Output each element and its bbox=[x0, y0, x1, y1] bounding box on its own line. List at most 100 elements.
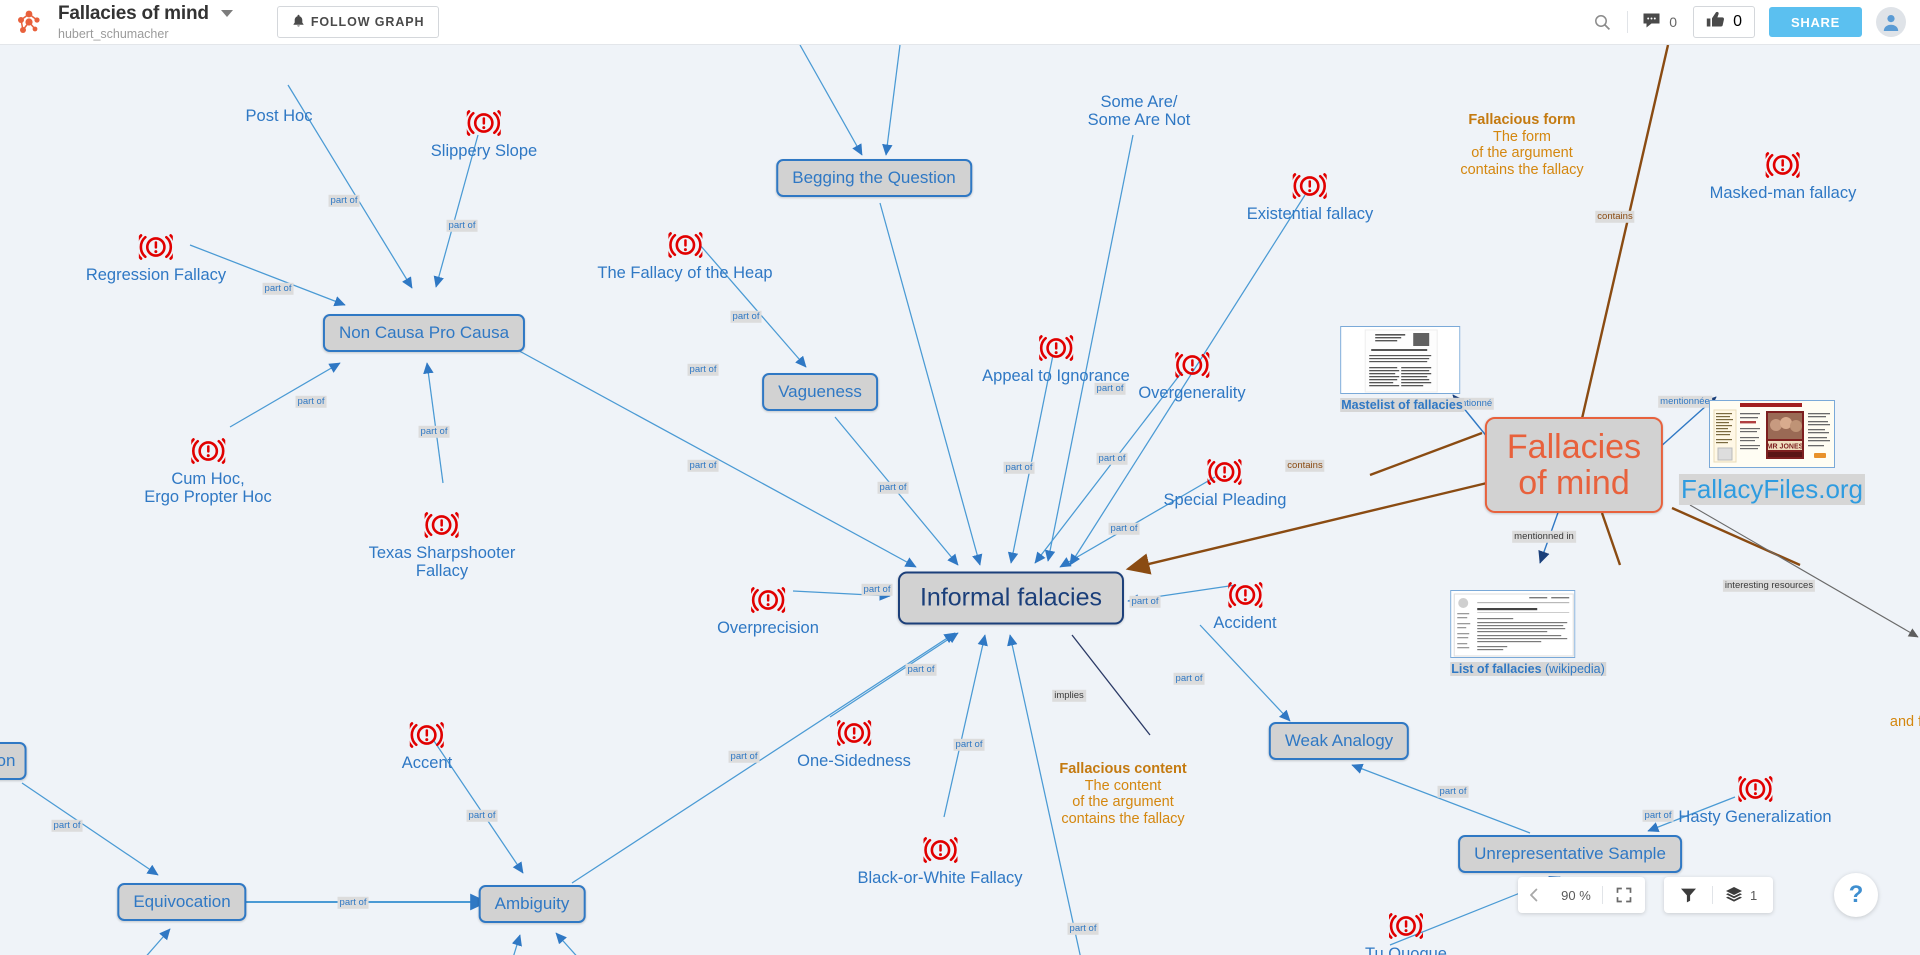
graph-node-hasty[interactable]: Hasty Generalization bbox=[1678, 776, 1832, 826]
graph-node-informal-falacies[interactable]: Informal falacies bbox=[897, 571, 1125, 625]
media-list-of-fallacies-wikipedia[interactable]: List of fallacies (wikipedia) bbox=[1450, 590, 1606, 676]
graph-node-accent[interactable]: Accent bbox=[402, 722, 452, 772]
warning-icon bbox=[1224, 582, 1266, 613]
graph-node-tuquoque[interactable]: Tu Quoque bbox=[1365, 913, 1447, 955]
avatar[interactable] bbox=[1876, 7, 1906, 37]
graph-node-heap[interactable]: The Fallacy of the Heap bbox=[597, 232, 773, 282]
graph-node-accident[interactable]: Accident bbox=[1213, 582, 1277, 632]
node-label: Existential fallacy bbox=[1246, 205, 1374, 223]
warning-icon bbox=[421, 512, 463, 543]
media-fallacyfiles-site[interactable]: MR JONES bbox=[1709, 400, 1835, 468]
node-label: Overgenerality bbox=[1138, 384, 1246, 402]
warning-icon bbox=[1171, 352, 1213, 383]
comments-counter[interactable]: 0 bbox=[1636, 12, 1683, 32]
bell-icon bbox=[292, 14, 305, 31]
node-label: Cum Hoc, Ergo Propter Hoc bbox=[144, 470, 272, 507]
layers-button[interactable]: 1 bbox=[1713, 886, 1773, 905]
chevron-left-icon[interactable] bbox=[1518, 877, 1550, 913]
thumbs-up-icon bbox=[1706, 11, 1725, 33]
edge-caption: part of bbox=[1642, 809, 1674, 823]
graph-node-offscreen-left[interactable]: on bbox=[0, 742, 27, 780]
thumbnail-image bbox=[1450, 590, 1576, 658]
graph-node-overprec[interactable]: Overprecision bbox=[717, 587, 819, 637]
graph-node-existential[interactable]: Existential fallacy bbox=[1246, 173, 1374, 223]
edge-fragment-text: and f bbox=[1889, 714, 1920, 730]
layer-control[interactable]: 1 bbox=[1664, 877, 1774, 913]
annotation-line: of the argument bbox=[1471, 145, 1573, 162]
annotation-line: contains the fallacy bbox=[1061, 811, 1185, 828]
graph-node-bow[interactable]: Black-or-White Fallacy bbox=[857, 837, 1023, 887]
layers-icon bbox=[1725, 886, 1743, 905]
layers-count: 1 bbox=[1750, 887, 1758, 903]
annotation-heading: Fallacious content bbox=[1059, 761, 1187, 777]
fallacyfiles-link[interactable]: FallacyFiles.org bbox=[1678, 474, 1866, 505]
edge-caption: part of bbox=[905, 663, 937, 677]
graph-node-regression[interactable]: Regression Fallacy bbox=[86, 234, 226, 284]
filter-icon[interactable] bbox=[1664, 877, 1712, 913]
edge-caption: part of bbox=[1094, 382, 1126, 396]
annotation-line: The form bbox=[1492, 128, 1552, 145]
graph-node-equivocation[interactable]: Equivocation bbox=[117, 883, 247, 921]
node-label: Begging the Question bbox=[792, 168, 956, 187]
edge-caption: part of bbox=[728, 750, 760, 764]
follow-graph-button[interactable]: FOLLOW GRAPH bbox=[276, 6, 440, 38]
graphcommons-logo-icon[interactable] bbox=[14, 7, 44, 37]
graph-node-non-causa[interactable]: Non Causa Pro Causa bbox=[322, 314, 526, 352]
fit-to-screen-icon[interactable] bbox=[1603, 877, 1645, 913]
graph-node-slippery[interactable]: Slippery Slope bbox=[431, 110, 537, 160]
node-label: Accident bbox=[1213, 614, 1277, 632]
page-title[interactable]: Fallacies of mind bbox=[58, 4, 233, 23]
graph-node-cum-hoc[interactable]: Cum Hoc, Ergo Propter Hoc bbox=[144, 438, 272, 507]
annotation-fallacious-content[interactable]: Fallacious content The content of the argu… bbox=[1059, 761, 1186, 828]
annotation-line: of the argument bbox=[1072, 794, 1174, 811]
share-button[interactable]: SHARE bbox=[1768, 7, 1862, 37]
graph-node-unrepresentative-sample[interactable]: Unrepresentative Sample bbox=[1458, 835, 1682, 873]
annotation-fallacious-form[interactable]: Fallacious form The form of the argument co… bbox=[1460, 112, 1583, 179]
node-label: Fallacies of mind bbox=[1506, 427, 1642, 502]
warning-icon bbox=[833, 720, 875, 751]
edge-caption: part of bbox=[295, 395, 327, 409]
zoom-control[interactable]: 90 % bbox=[1518, 877, 1645, 913]
media-caption-text: List of fallacies bbox=[1451, 662, 1542, 676]
media-caption-suffix: (wikipedia) bbox=[1541, 662, 1605, 676]
graph-owner[interactable]: hubert_schumacher bbox=[58, 28, 233, 41]
graph-node-begging-the-question[interactable]: Begging the Question bbox=[776, 159, 972, 197]
edge-caption: part of bbox=[337, 896, 369, 910]
node-label: Non Causa Pro Causa bbox=[338, 323, 510, 342]
edge-caption: part of bbox=[730, 310, 762, 324]
node-label: Regression Fallacy bbox=[85, 266, 227, 284]
graph-node-texas[interactable]: Texas Sharpshooter Fallacy bbox=[369, 512, 515, 581]
graph-node-ambiguity[interactable]: Ambiguity bbox=[478, 885, 586, 923]
edge-caption: part of bbox=[861, 583, 893, 597]
graph-node-weak-analogy[interactable]: Weak Analogy bbox=[1268, 722, 1410, 760]
edge-caption: part of bbox=[1067, 922, 1099, 936]
graph-node-masked-man[interactable]: Masked-man fallacy bbox=[1709, 152, 1857, 202]
edge-caption: part of bbox=[1096, 452, 1128, 466]
chevron-down-icon[interactable] bbox=[220, 10, 233, 18]
graph-node-appeal-ign[interactable]: Appeal to Ignorance bbox=[982, 335, 1130, 385]
edge-caption: part of bbox=[1108, 522, 1140, 536]
like-button[interactable]: 0 bbox=[1693, 6, 1755, 38]
graph-title-block: Fallacies of mind hubert_schumacher bbox=[58, 4, 233, 41]
graph-node-overgen[interactable]: Overgenerality bbox=[1138, 352, 1246, 402]
node-label: The Fallacy of the Heap bbox=[597, 264, 773, 282]
like-count: 0 bbox=[1733, 13, 1742, 30]
graph-node-vagueness[interactable]: Vagueness bbox=[762, 373, 878, 411]
graph-node-post-hoc[interactable]: Post Hoc bbox=[246, 107, 313, 125]
node-label: Masked-man fallacy bbox=[1709, 184, 1857, 202]
node-label: Unrepresentative Sample bbox=[1474, 844, 1666, 863]
app-header: Fallacies of mind hubert_schumacher FOLL… bbox=[0, 0, 1920, 45]
graph-node-special[interactable]: Special Pleading bbox=[1164, 459, 1286, 509]
graph-canvas[interactable]: Non Causa Pro Causa Begging the Question… bbox=[0, 45, 1920, 955]
graph-node-some-are[interactable]: Some Are/Some Are Not bbox=[1088, 93, 1191, 130]
search-icon[interactable] bbox=[1585, 5, 1619, 39]
graph-node-fallacies-of-mind[interactable]: Fallacies of mind bbox=[1484, 416, 1664, 514]
warning-icon bbox=[1385, 913, 1427, 944]
media-masterlist-of-fallacies[interactable]: Mastelist of fallacies bbox=[1340, 326, 1464, 412]
graph-node-one-sided[interactable]: One-Sidedness bbox=[797, 720, 911, 770]
edge-fragment-right: and f bbox=[1890, 713, 1920, 731]
help-button[interactable]: ? bbox=[1834, 873, 1878, 917]
zoom-level[interactable]: 90 % bbox=[1550, 888, 1602, 903]
warning-icon bbox=[187, 438, 229, 469]
node-label: Vagueness bbox=[778, 382, 862, 401]
